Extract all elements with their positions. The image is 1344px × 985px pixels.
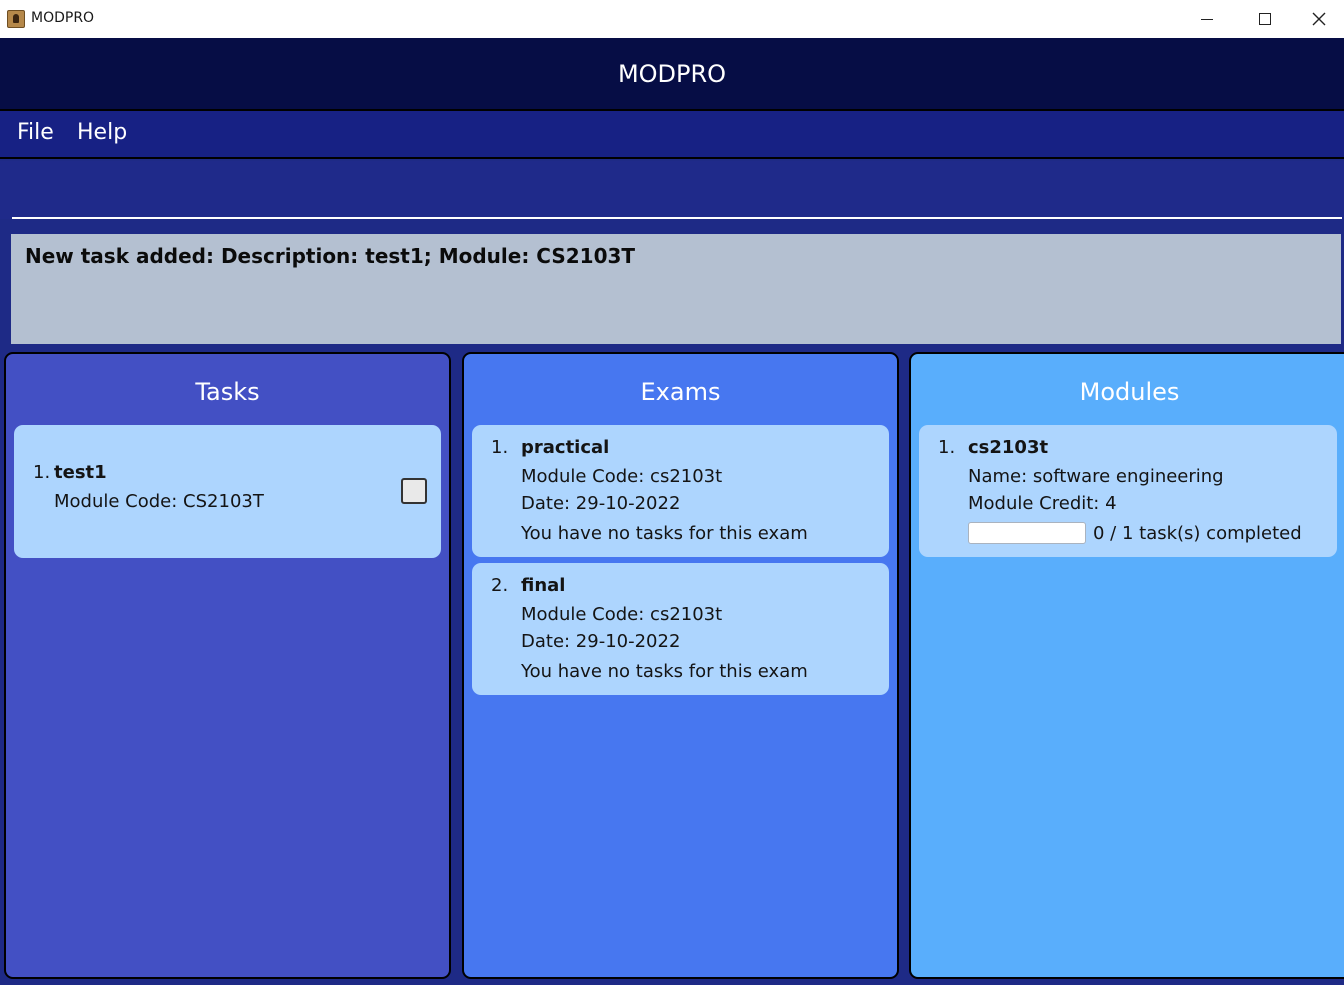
command-area — [0, 161, 1344, 219]
tasks-title: Tasks — [195, 378, 260, 406]
exam-module: Module Code: cs2103t — [521, 604, 723, 625]
minimize-button[interactable] — [1178, 0, 1236, 38]
modules-title: Modules — [1079, 378, 1180, 406]
menu-bar: File Help — [0, 111, 1344, 159]
exam-date: Date: 29-10-2022 — [521, 631, 681, 652]
exam-card[interactable]: 2. final Module Code: cs2103t Date: 29-1… — [472, 563, 889, 695]
result-display: New task added: Description: test1; Modu… — [11, 234, 1341, 344]
minimize-icon — [1201, 18, 1213, 20]
command-input[interactable] — [12, 161, 1342, 219]
window-title: MODPRO — [31, 10, 95, 26]
exam-name: final — [521, 575, 566, 596]
exams-panel: Exams 1. practical Module Code: cs2103t … — [462, 352, 899, 979]
task-done-checkbox[interactable] — [401, 478, 427, 504]
maximize-icon — [1259, 13, 1271, 25]
app-icon — [7, 10, 25, 28]
menu-file[interactable]: File — [17, 120, 54, 145]
task-index: 1. — [33, 462, 51, 483]
exam-card[interactable]: 1. practical Module Code: cs2103t Date: … — [472, 425, 889, 557]
maximize-button[interactable] — [1236, 0, 1294, 38]
module-index: 1. — [938, 437, 956, 458]
close-icon — [1312, 12, 1326, 26]
close-button[interactable] — [1294, 0, 1344, 38]
module-progress-bar — [968, 522, 1086, 544]
module-card[interactable]: 1. cs2103t Name: software engineering Mo… — [919, 425, 1337, 557]
exam-status: You have no tasks for this exam — [521, 523, 808, 544]
modules-panel: Modules 1. cs2103t Name: software engine… — [909, 352, 1344, 979]
app-title: MODPRO — [617, 59, 727, 88]
result-message: New task added: Description: test1; Modu… — [25, 244, 636, 268]
task-card[interactable]: 1. test1 Module Code: CS2103T — [14, 425, 441, 558]
menu-help[interactable]: Help — [77, 120, 127, 145]
module-credit: Module Credit: 4 — [968, 493, 1117, 514]
exam-name: practical — [521, 437, 610, 458]
module-code: cs2103t — [968, 437, 1049, 458]
app-header: MODPRO — [0, 38, 1344, 111]
task-description: test1 — [54, 462, 107, 483]
window-title-bar: MODPRO — [0, 0, 1344, 38]
exam-module: Module Code: cs2103t — [521, 466, 723, 487]
exams-title: Exams — [640, 378, 721, 406]
module-name: Name: software engineering — [968, 466, 1224, 487]
exam-status: You have no tasks for this exam — [521, 661, 808, 682]
tasks-panel: Tasks 1. test1 Module Code: CS2103T — [4, 352, 451, 979]
task-module: Module Code: CS2103T — [54, 491, 264, 512]
exam-index: 2. — [491, 575, 509, 596]
module-progress-text: 0 / 1 task(s) completed — [1093, 523, 1302, 544]
exam-index: 1. — [491, 437, 509, 458]
exam-date: Date: 29-10-2022 — [521, 493, 681, 514]
